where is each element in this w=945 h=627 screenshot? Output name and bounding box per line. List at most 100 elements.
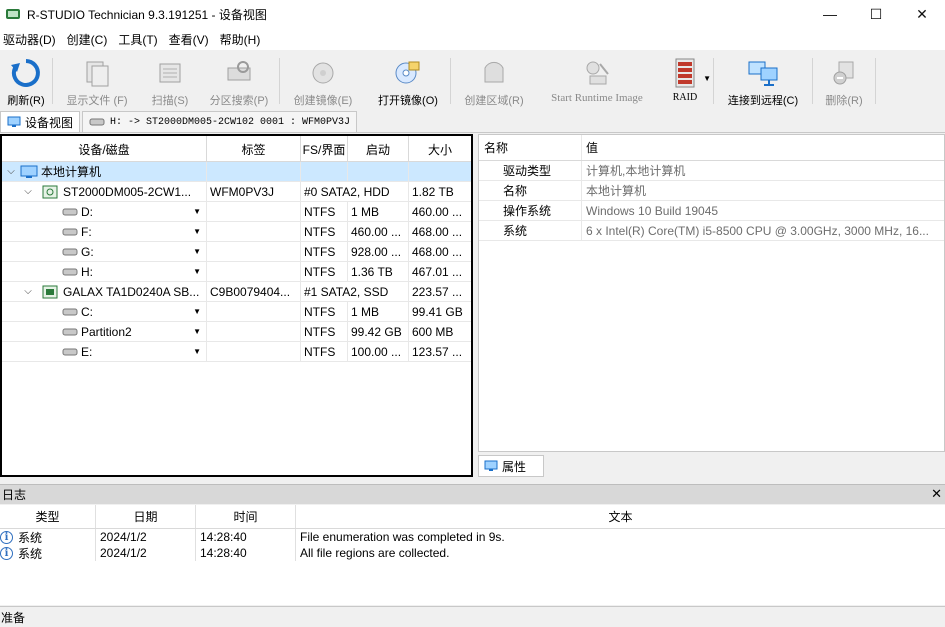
create-region-icon: [476, 56, 512, 90]
col-header-size[interactable]: 大小: [409, 136, 471, 162]
view-tab-bar: 设备视图 H: -> ST2000DM005-2CW102 0001 : WFM…: [0, 111, 945, 133]
property-row[interactable]: 驱动类型 计算机,本地计算机: [479, 161, 944, 181]
menu-tools[interactable]: 工具(T): [115, 31, 165, 48]
raid-icon: [667, 56, 703, 90]
status-text: 准备: [1, 610, 26, 625]
remote-computer-icon: [745, 56, 781, 90]
delete-button[interactable]: 删除(R): [813, 52, 875, 110]
minimize-button[interactable]: —: [807, 0, 853, 28]
col-header-label[interactable]: 标签: [207, 136, 301, 162]
tab-device-view[interactable]: 设备视图: [0, 111, 81, 132]
partition-icon: [62, 248, 78, 255]
col-header-fs[interactable]: FS/界面: [301, 136, 348, 162]
menu-drive[interactable]: 驱动器(D): [0, 31, 64, 48]
delete-icon: [826, 56, 862, 90]
create-image-icon: [305, 56, 341, 90]
scan-icon: [152, 56, 188, 90]
refresh-button[interactable]: 刷新(R): [0, 52, 52, 110]
row-dropdown-icon[interactable]: ▼: [193, 307, 201, 316]
log-row[interactable]: i 系统 2024/1/2 14:28:40 All file regions a…: [0, 545, 945, 561]
connect-remote-button[interactable]: 连接到远程(C): [714, 52, 812, 110]
tree-row-local-computer[interactable]: ⌵ 本地计算机: [2, 161, 471, 182]
partition-icon: [62, 268, 78, 275]
col-header-type[interactable]: 类型: [0, 505, 96, 528]
partition-search-icon: [221, 56, 257, 90]
properties-panel: 名称 值 驱动类型 计算机,本地计算机 名称 本地计算机 操作系统 Window…: [478, 134, 945, 452]
title-bar: R-STUDIO Technician 9.3.191251 - 设备视图 — …: [0, 0, 945, 28]
log-close-icon[interactable]: ✕: [931, 486, 942, 502]
row-dropdown-icon[interactable]: ▼: [193, 247, 201, 256]
refresh-icon: [8, 56, 44, 90]
create-region-button[interactable]: 创建区域(R): [451, 52, 537, 110]
hdd-icon: [42, 185, 58, 198]
col-header-start[interactable]: 启动: [348, 136, 409, 162]
properties-header: 名称 值: [479, 135, 944, 161]
partition-icon: [62, 348, 78, 355]
col-header-time[interactable]: 时间: [196, 505, 296, 528]
partition-icon: [62, 208, 78, 215]
tree-row-partition-f[interactable]: F: ▼ NTFS 460.00 ... 468.00 ...: [2, 221, 471, 242]
properties-icon: [484, 460, 498, 471]
partition-icon: [62, 328, 78, 335]
app-logo-icon: [6, 9, 20, 19]
computer-icon: [20, 165, 38, 178]
monitor-icon: [7, 116, 21, 127]
toolbar-separator: [875, 58, 876, 104]
tree-row-disk-hdd[interactable]: ⌵ ST2000DM005-2CW1... WFM0PV3J #0 SATA2,…: [2, 181, 471, 202]
create-image-button[interactable]: 创建镜像(E): [280, 52, 366, 110]
close-button[interactable]: ✕: [899, 0, 945, 28]
open-image-icon: [390, 56, 426, 90]
scan-button[interactable]: 扫描(S): [141, 52, 199, 110]
drive-icon: [89, 118, 105, 126]
menu-bar: 驱动器(D) 创建(C) 工具(T) 查看(V) 帮助(H): [0, 28, 945, 50]
property-row[interactable]: 操作系统 Windows 10 Build 19045: [479, 201, 944, 221]
partition-icon: [62, 228, 78, 235]
menu-help[interactable]: 帮助(H): [217, 31, 269, 48]
tree-row-partition-g[interactable]: G: ▼ NTFS 928.00 ... 468.00 ...: [2, 241, 471, 262]
col-header-text[interactable]: 文本: [296, 505, 945, 528]
raid-dropdown-icon[interactable]: ▼: [703, 74, 711, 83]
property-row[interactable]: 系统 6 x Intel(R) Core(TM) i5-8500 CPU @ 3…: [479, 221, 944, 241]
collapse-icon[interactable]: ⌵: [5, 166, 17, 177]
runtime-image-icon: [579, 56, 615, 90]
collapse-icon[interactable]: ⌵: [22, 286, 34, 297]
maximize-button[interactable]: ☐: [853, 0, 899, 28]
raid-button[interactable]: RAID ▼: [657, 52, 713, 110]
ssd-icon: [42, 285, 58, 298]
menu-view[interactable]: 查看(V): [166, 31, 217, 48]
row-dropdown-icon[interactable]: ▼: [193, 327, 201, 336]
info-icon: i: [0, 530, 13, 544]
open-image-button[interactable]: 打开镜像(O): [366, 52, 450, 110]
tree-row-partition-h[interactable]: H: ▼ NTFS 1.36 TB 467.01 ...: [2, 261, 471, 282]
tree-row-partition-c[interactable]: C: ▼ NTFS 1 MB 99.41 GB: [2, 301, 471, 322]
tab-drive-h[interactable]: H: -> ST2000DM005-2CW102 0001 : WFM0PV3J: [82, 111, 358, 132]
tree-row-partition-e[interactable]: E: ▼ NTFS 100.00 ... 123.57 ...: [2, 341, 471, 362]
col-header-name[interactable]: 名称: [479, 135, 582, 160]
col-header-device[interactable]: 设备/磁盘: [2, 136, 207, 162]
show-files-button[interactable]: 显示文件 (F): [53, 52, 141, 110]
row-dropdown-icon[interactable]: ▼: [193, 347, 201, 356]
log-row[interactable]: i 系统 2024/1/2 14:28:40 File enumeration w…: [0, 529, 945, 545]
log-panel: 类型 日期 时间 文本 i 系统 2024/1/2 14:28:40 File e…: [0, 505, 945, 605]
start-runtime-image-button[interactable]: Start Runtime Image: [537, 52, 657, 110]
col-header-date[interactable]: 日期: [96, 505, 196, 528]
collapse-icon[interactable]: ⌵: [22, 186, 34, 197]
tree-row-partition-d[interactable]: D: ▼ NTFS 1 MB 460.00 ...: [2, 201, 471, 222]
device-grid-header: 设备/磁盘 标签 FS/界面 启动 大小: [2, 136, 471, 162]
property-row[interactable]: 名称 本地计算机: [479, 181, 944, 201]
col-header-value[interactable]: 值: [582, 135, 944, 160]
log-table-header: 类型 日期 时间 文本: [0, 505, 945, 529]
tab-properties[interactable]: 属性: [478, 455, 544, 477]
window-title: R-STUDIO Technician 9.3.191251 - 设备视图: [27, 7, 267, 22]
log-header: 日志 ✕: [0, 484, 945, 504]
toolbar: 刷新(R) 显示文件 (F) 扫描(S) 分区搜索(P) 创建镜像(E) 打开镜…: [0, 52, 945, 110]
row-dropdown-icon[interactable]: ▼: [193, 227, 201, 236]
files-icon: [79, 56, 115, 90]
partition-icon: [62, 308, 78, 315]
row-dropdown-icon[interactable]: ▼: [193, 267, 201, 276]
partition-search-button[interactable]: 分区搜索(P): [199, 52, 279, 110]
row-dropdown-icon[interactable]: ▼: [193, 207, 201, 216]
menu-create[interactable]: 创建(C): [64, 31, 116, 48]
tree-row-disk-ssd[interactable]: ⌵ GALAX TA1D0240A SB... C9B0079404... #1…: [2, 281, 471, 302]
tree-row-partition2[interactable]: Partition2 ▼ NTFS 99.42 GB 600 MB: [2, 321, 471, 342]
